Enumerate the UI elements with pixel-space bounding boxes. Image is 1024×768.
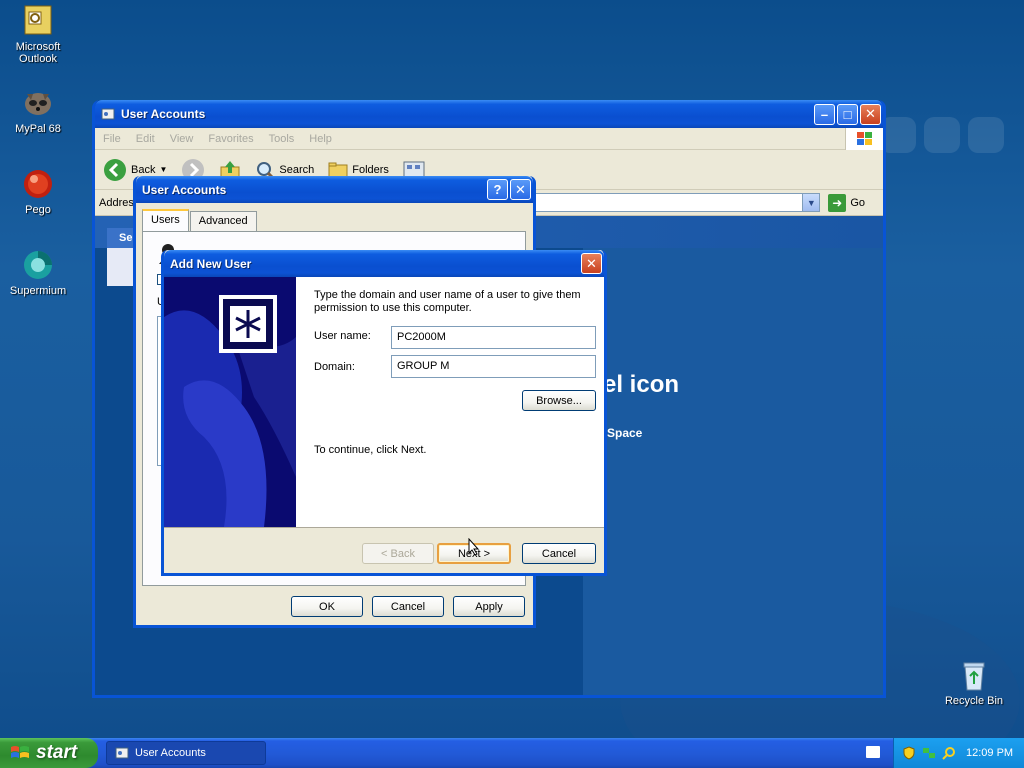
page-heading: el icon	[603, 371, 680, 398]
clock[interactable]: 12:09 PM	[966, 747, 1013, 759]
desktop-icon-label: Supermium	[9, 285, 67, 297]
start-label: start	[36, 742, 78, 763]
desktop-icon-label: MyPal 68	[15, 123, 61, 135]
close-button[interactable]: ✕	[860, 103, 881, 125]
menu-file[interactable]: File	[103, 133, 121, 145]
go-arrow-icon: ➜	[828, 193, 847, 212]
domain-label: Domain:	[314, 361, 355, 373]
domain-input[interactable]: GROUP M	[391, 355, 596, 378]
help-button[interactable]: ?	[487, 179, 508, 200]
raccoon-icon	[21, 86, 55, 120]
wizard-footer: < Back Next > Cancel	[164, 527, 604, 573]
back-button[interactable]: < Back	[362, 543, 434, 564]
start-button[interactable]: start	[0, 738, 98, 768]
minimize-button[interactable]: –	[814, 103, 835, 125]
dialog-title: Add New User	[170, 256, 252, 271]
browse-button[interactable]: Browse...	[522, 390, 596, 411]
security-shield-icon[interactable]	[902, 746, 916, 760]
taskbar-item-user-accounts[interactable]: User Accounts	[106, 741, 266, 765]
dialog-titlebar[interactable]: User Accounts ? ✕	[136, 176, 533, 203]
cancel-button[interactable]: Cancel	[522, 543, 596, 564]
close-icon: ✕	[515, 181, 526, 197]
username-input[interactable]: PC2000M	[391, 326, 596, 349]
menu-edit[interactable]: Edit	[136, 133, 155, 145]
close-button[interactable]: ✕	[510, 179, 531, 200]
close-button[interactable]: ✕	[581, 253, 602, 274]
menu-view[interactable]: View	[170, 133, 194, 145]
pego-icon	[21, 167, 55, 201]
recycle-bin-icon	[957, 658, 991, 692]
desktop-decoration	[880, 117, 1024, 155]
menu-favorites[interactable]: Favorites	[208, 133, 253, 145]
tab-users[interactable]: Users	[142, 209, 189, 231]
user-accounts-icon	[101, 108, 115, 120]
dialog-titlebar[interactable]: Add New User ✕	[164, 250, 604, 277]
desktop-icon-label: Recycle Bin	[944, 695, 1004, 707]
windows-logo-icon	[845, 128, 883, 150]
go-button[interactable]: ➜ Go	[828, 193, 865, 212]
desktop-icon-pego[interactable]: Pego	[0, 167, 76, 216]
chevron-down-icon: ▼	[806, 197, 816, 208]
address-dropdown-button[interactable]: ▼	[802, 194, 820, 211]
wizard-instructions: Type the domain and user name of a user …	[314, 289, 581, 314]
search-label: Search	[279, 163, 315, 176]
desktop-icon-supermium[interactable]: Supermium	[0, 248, 76, 297]
keyboard-icon[interactable]	[866, 746, 880, 758]
user-accounts-icon	[115, 747, 129, 759]
system-tray: 12:09 PM	[893, 738, 1024, 768]
menu-bar: File Edit View Favorites Tools Help	[95, 128, 883, 150]
page-subheading[interactable]: Space	[607, 426, 642, 440]
continue-text: To continue, click Next.	[314, 444, 427, 456]
wizard-side-banner	[164, 277, 296, 527]
menu-help[interactable]: Help	[309, 133, 332, 145]
folders-label: Folders	[352, 163, 389, 176]
tab-advanced[interactable]: Advanced	[189, 211, 257, 231]
search-icon[interactable]	[942, 746, 956, 760]
add-new-user-dialog: Add New User ✕ Type the domain and user …	[161, 250, 607, 576]
maximize-button[interactable]: □	[837, 103, 858, 125]
wizard-banner-graphic	[164, 277, 296, 527]
desktop-icon-outlook[interactable]: Microsoft Outlook	[0, 4, 76, 65]
tab-strip: Users Advanced	[142, 209, 258, 231]
username-label: User name:	[314, 330, 371, 342]
windows-flag-icon	[11, 746, 29, 758]
ok-button[interactable]: OK	[291, 596, 363, 617]
desktop-icon-recycle-bin[interactable]: Recycle Bin	[936, 658, 1012, 707]
address-label: Addres	[99, 196, 134, 209]
chevron-down-icon: ▼	[159, 165, 168, 174]
back-arrow-icon	[104, 158, 126, 181]
back-label: Back	[131, 163, 156, 176]
content-main-panel	[583, 248, 883, 695]
close-icon: ✕	[865, 106, 876, 121]
desktop-icon-label: Pego	[25, 204, 51, 216]
supermium-icon	[21, 248, 55, 282]
outlook-icon	[21, 4, 55, 38]
taskbar-item-label: User Accounts	[135, 747, 206, 759]
help-icon: ?	[493, 182, 502, 197]
explorer-titlebar[interactable]: User Accounts – □ ✕	[95, 100, 883, 128]
go-label: Go	[850, 196, 865, 209]
close-icon: ✕	[586, 255, 597, 271]
window-title: User Accounts	[121, 107, 206, 121]
maximize-icon: □	[843, 106, 852, 122]
desktop-icon-mypal[interactable]: MyPal 68	[0, 86, 76, 135]
mouse-cursor-icon	[468, 538, 480, 556]
apply-button[interactable]: Apply	[453, 596, 525, 617]
wizard-body: Type the domain and user name of a user …	[164, 277, 604, 527]
desktop-icon-label: Microsoft Outlook	[15, 41, 61, 65]
menu-tools[interactable]: Tools	[269, 133, 295, 145]
minimize-icon: –	[820, 106, 829, 122]
dialog-title: User Accounts	[142, 182, 227, 197]
cancel-button[interactable]: Cancel	[372, 596, 444, 617]
network-icon[interactable]	[922, 746, 936, 760]
